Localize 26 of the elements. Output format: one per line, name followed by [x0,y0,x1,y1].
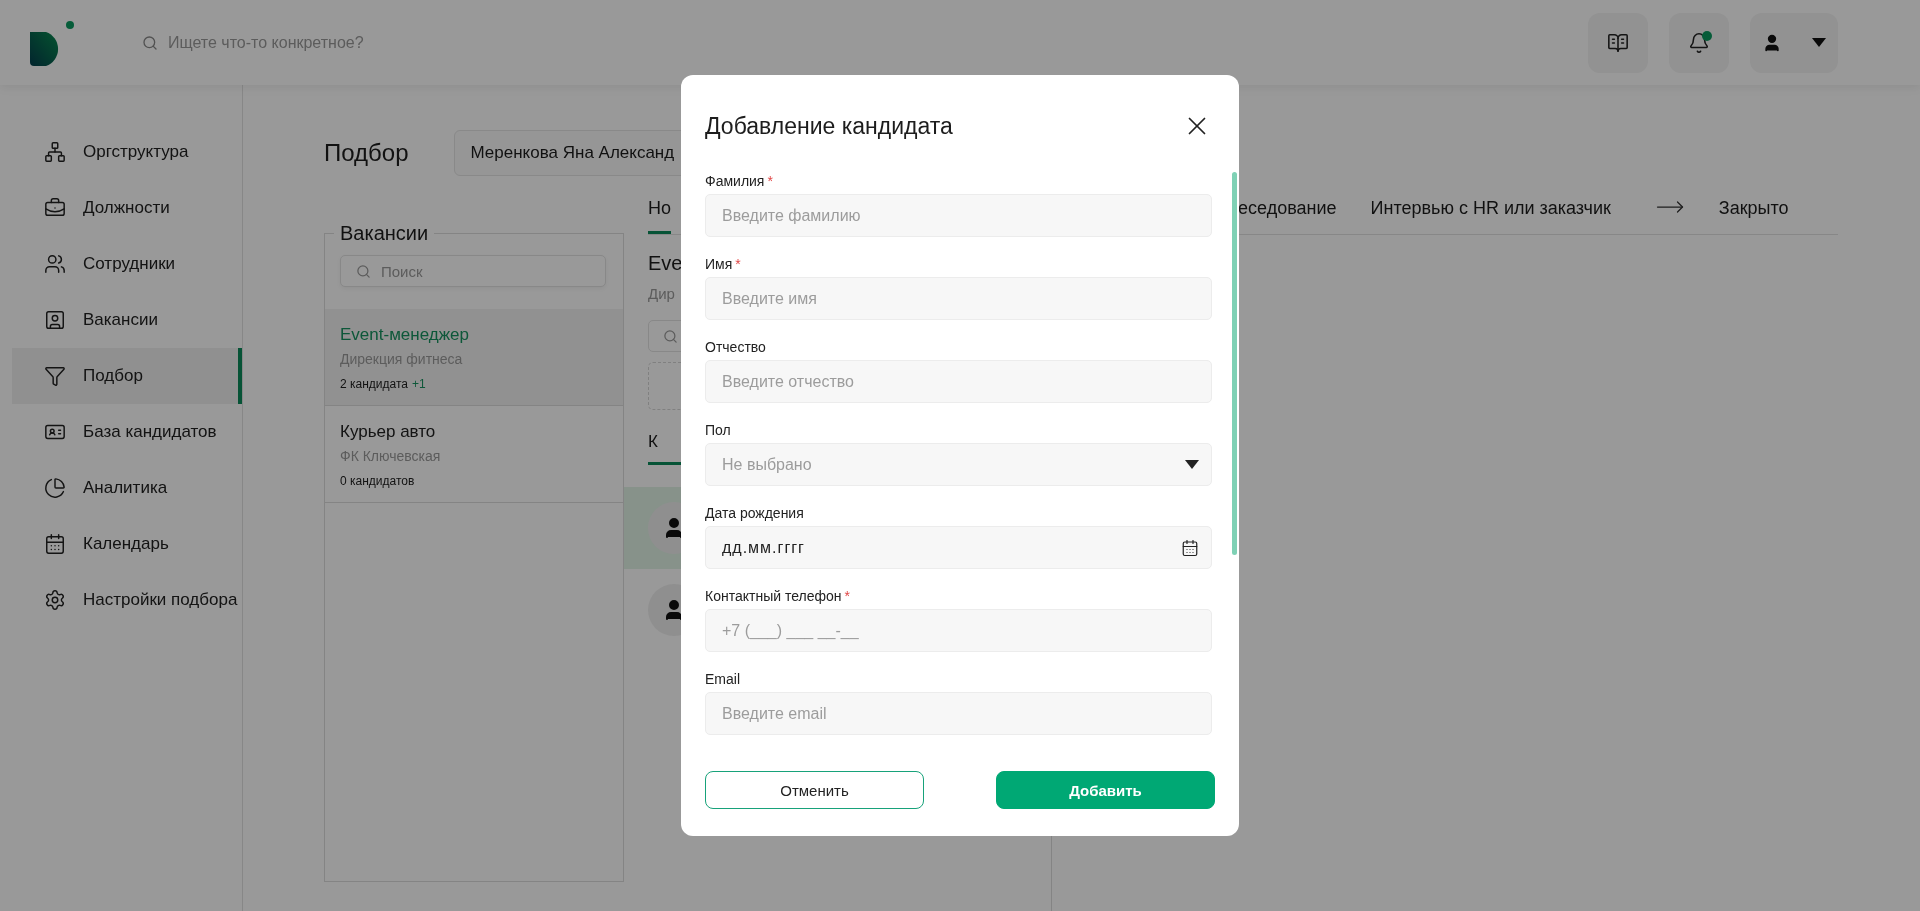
sidebar-item-label: Сотрудники [83,254,176,274]
candidate-count: 0 кандидатов [340,474,415,488]
page-title: Подбор [324,139,409,167]
vacancy-department: Дир [648,285,675,302]
vacancies-title: Вакансии [339,222,430,245]
field-label: Контактный телефон * [705,588,851,604]
field-label: Отчество [705,339,767,355]
vacancy-title: Eve [648,252,683,275]
sidebar-item-label: Настройки подбора [83,590,238,610]
field-label: Email [705,671,741,687]
vacancy-title: Курьер авто [340,422,437,442]
vacancy-department: ФК Ключевская [340,448,442,464]
field-label: Пол [705,422,732,438]
sidebar-item-label: Должности [83,198,170,218]
sidebar-item-label: База кандидатов [83,422,217,442]
vacancy-title: Event-менеджер [340,325,470,345]
sidebar-item-label: Оргструктура [83,142,189,162]
sidebar-item-label: Календарь [83,534,169,554]
sidebar-item-label: Вакансии [83,310,158,330]
field-label: Имя * [705,256,742,272]
candidate-count: 2 кандидата [340,377,408,391]
sidebar-item-label: Аналитика [83,478,168,498]
sidebar-item-label: Подбор [83,366,143,386]
field-label: Фамилия * [705,173,774,189]
new-candidates-count: +1 [412,377,426,391]
field-label: Дата рождения [705,505,805,521]
